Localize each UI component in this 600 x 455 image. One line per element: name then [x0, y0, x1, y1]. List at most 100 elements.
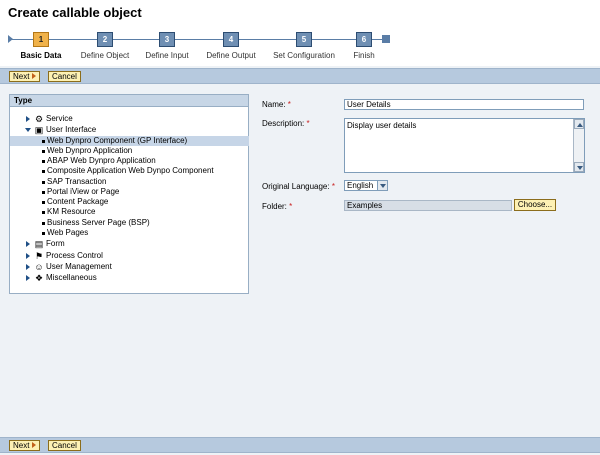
tree-item-label: Miscellaneous	[46, 273, 97, 282]
description-label: Description: *	[262, 119, 310, 128]
step-label: Define Input	[145, 51, 189, 60]
tree-item-abap-web-dynpro[interactable]: ABAP Web Dynpro Application	[10, 156, 249, 166]
step-number: 5	[296, 32, 312, 47]
tree-item-miscellaneous[interactable]: ❖ Miscellaneous	[10, 273, 249, 283]
step-number: 4	[223, 32, 239, 47]
bullet-icon	[42, 150, 45, 153]
page-header: Create callable object	[0, 0, 600, 26]
language-label: Original Language: *	[262, 182, 335, 191]
tree-item-form[interactable]: ▤ Form	[10, 239, 249, 249]
tree-item-web-dynpro-application[interactable]: Web Dynpro Application	[10, 146, 249, 156]
bullet-icon	[42, 140, 45, 143]
tree-item-label: User Management	[46, 262, 112, 271]
name-label-text: Name:	[262, 100, 286, 109]
bullet-icon	[42, 181, 45, 184]
arrow-right-icon	[32, 442, 37, 448]
name-label: Name: *	[262, 100, 291, 109]
form-icon: ▤	[34, 239, 44, 249]
cancel-button[interactable]: Cancel	[48, 440, 81, 451]
step-number: 3	[159, 32, 175, 47]
required-marker: *	[331, 182, 335, 191]
cancel-button[interactable]: Cancel	[48, 71, 81, 82]
name-field[interactable]: User Details	[344, 99, 584, 110]
tree-item-user-management[interactable]: ☺ User Management	[10, 262, 249, 272]
tree-item-user-interface[interactable]: ▣ User Interface	[10, 125, 249, 135]
chevron-down-icon[interactable]	[377, 180, 388, 191]
expand-icon[interactable]	[26, 241, 30, 247]
next-button[interactable]: Next	[9, 71, 41, 82]
tree-item-km-resource[interactable]: KM Resource	[10, 207, 249, 217]
tree-item-label: Process Control	[46, 251, 103, 260]
roadmap-step-define-output[interactable]: 4 Define Output	[196, 26, 266, 60]
miscellaneous-icon: ❖	[34, 273, 44, 283]
folder-field: Examples	[344, 200, 512, 211]
bullet-icon	[42, 160, 45, 163]
expand-icon[interactable]	[26, 264, 30, 270]
roadmap-step-define-object[interactable]: 2 Define Object	[70, 26, 140, 60]
step-label: Define Object	[80, 51, 130, 60]
step-label: Define Output	[206, 51, 256, 60]
tree-item-content-package[interactable]: Content Package	[10, 197, 249, 207]
next-button[interactable]: Next	[9, 440, 41, 451]
scroll-down-icon[interactable]	[574, 162, 584, 172]
roadmap-step-finish[interactable]: 6 Finish	[329, 26, 399, 60]
step-number: 6	[356, 32, 372, 47]
folder-label-text: Folder:	[262, 202, 287, 211]
language-label-text: Original Language:	[262, 182, 330, 191]
required-marker: *	[289, 202, 293, 211]
expand-icon[interactable]	[26, 116, 30, 122]
user-management-icon: ☺	[34, 262, 44, 272]
tree-item-label: Service	[46, 114, 73, 123]
collapse-icon[interactable]	[25, 128, 31, 132]
tree-item-process-control[interactable]: ⚑ Process Control	[10, 251, 249, 261]
description-field[interactable]: Display user details	[344, 118, 585, 173]
roadmap-step-basic-data[interactable]: 1 Basic Data	[6, 26, 76, 60]
next-button-label: Next	[13, 72, 30, 81]
tree-item-label: Web Pages	[47, 228, 89, 237]
type-panel-header: Type	[10, 95, 248, 107]
description-label-text: Description:	[262, 119, 305, 128]
tree-item-label: Content Package	[47, 197, 109, 206]
tree-item-label: SAP Transaction	[47, 177, 107, 186]
folder-label: Folder: *	[262, 202, 292, 211]
tree-item-portal-iview[interactable]: Portal iView or Page	[10, 187, 249, 197]
tree-item-label: Web Dynpro Application	[47, 146, 133, 155]
page-title: Create callable object	[8, 5, 142, 20]
bullet-icon	[42, 170, 45, 173]
tree-item-service[interactable]: ⚙ Service	[10, 114, 249, 124]
step-number: 1	[33, 32, 49, 47]
tree-item-composite-application[interactable]: Composite Application Web Dynpo Componen…	[10, 166, 249, 176]
step-number: 2	[97, 32, 113, 47]
language-select[interactable]: English	[344, 180, 378, 191]
tree-item-bsp[interactable]: Business Server Page (BSP)	[10, 218, 249, 228]
bullet-icon	[42, 232, 45, 235]
tree-item-label: Web Dynpro Component (GP Interface)	[47, 136, 188, 145]
tree-item-label: ABAP Web Dynpro Application	[47, 156, 156, 165]
tree-item-label: Composite Application Web Dynpo Componen…	[47, 166, 214, 175]
tree-item-web-pages[interactable]: Web Pages	[10, 228, 249, 238]
type-panel: Type ⚙ Service ▣ User Interface Web Dynp…	[9, 94, 249, 294]
bullet-icon	[42, 222, 45, 225]
arrow-right-icon	[32, 73, 37, 79]
roadmap: 1 Basic Data 2 Define Object 3 Define In…	[0, 26, 600, 66]
tree-item-label: KM Resource	[47, 207, 96, 216]
next-button-label: Next	[13, 441, 30, 450]
tree-item-label: Form	[46, 239, 65, 248]
tree-item-label: Business Server Page (BSP)	[47, 218, 150, 227]
choose-folder-button[interactable]: Choose...	[514, 199, 556, 211]
step-label: Basic Data	[20, 51, 62, 60]
tree-item-sap-transaction[interactable]: SAP Transaction	[10, 177, 249, 187]
expand-icon[interactable]	[26, 275, 30, 281]
step-label: Finish	[353, 51, 375, 60]
required-marker: *	[306, 119, 310, 128]
description-text: Display user details	[347, 121, 417, 130]
expand-icon[interactable]	[26, 253, 30, 259]
tree-item-label: User Interface	[46, 125, 97, 134]
bullet-icon	[42, 191, 45, 194]
description-scrollbar[interactable]	[573, 119, 584, 172]
process-control-icon: ⚑	[34, 251, 44, 261]
tree-item-label: Portal iView or Page	[47, 187, 120, 196]
roadmap-step-define-input[interactable]: 3 Define Input	[132, 26, 202, 60]
tree-item-web-dynpro-component[interactable]: Web Dynpro Component (GP Interface)	[10, 136, 249, 146]
scroll-up-icon[interactable]	[574, 119, 584, 129]
